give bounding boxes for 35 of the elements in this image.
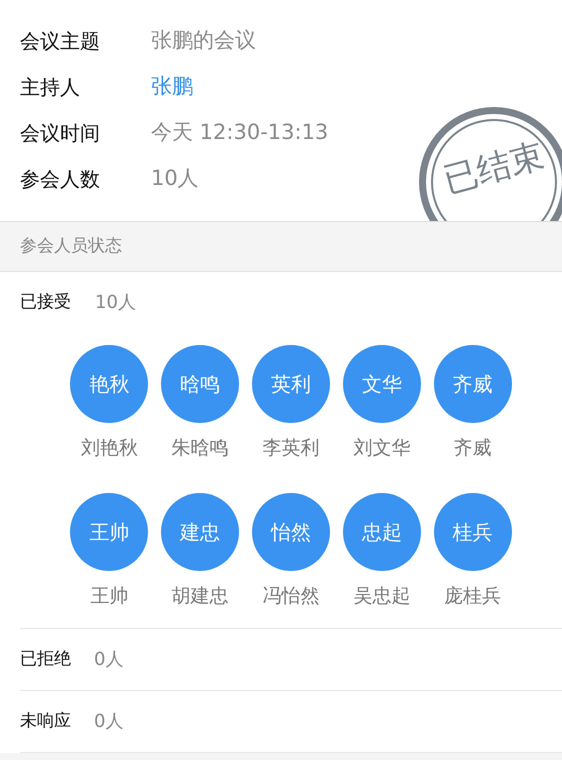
field-value: 张鹏的会议	[151, 27, 256, 54]
attendee-name: 齐威	[454, 436, 492, 461]
field-label: 参会人数	[20, 166, 101, 193]
status-label: 已接受	[20, 290, 72, 314]
attendee-name: 吴忠起	[353, 584, 410, 609]
field-label: 主持人	[20, 74, 81, 101]
field-value: 今天 12:30-13:13	[151, 119, 328, 146]
avatar[interactable]: 艳秋	[70, 345, 148, 423]
status-label: 已拒绝	[20, 648, 72, 671]
attendee-name: 庞桂兵	[444, 584, 502, 609]
section-header: 参会人员状态	[0, 222, 562, 272]
attendee-name: 冯怡然	[262, 584, 320, 609]
attendee-name: 刘文华	[353, 436, 410, 461]
avatar[interactable]: 忠起	[342, 493, 421, 571]
field-label: 会议时间	[20, 120, 101, 147]
field-value: 10人	[151, 165, 199, 192]
avatar[interactable]: 王帅	[70, 493, 148, 571]
avatar[interactable]: 英利	[252, 345, 330, 423]
host-link[interactable]: 张鹏	[151, 71, 193, 103]
status-count: 0人	[94, 648, 124, 672]
attendee-name: 朱晗鸣	[172, 436, 229, 461]
avatar[interactable]: 建忠	[161, 493, 240, 571]
status-count: 10人	[95, 291, 136, 315]
avatar[interactable]: 文华	[342, 345, 421, 423]
avatar[interactable]: 晗鸣	[161, 345, 240, 423]
status-count: 0人	[94, 710, 124, 734]
attendee-name: 李英利	[262, 436, 320, 461]
attendee-name: 王帅	[90, 584, 128, 609]
attendee-name: 胡建忠	[172, 584, 229, 609]
attendee-name: 刘艳秋	[80, 436, 138, 461]
status-label: 未响应	[20, 710, 72, 733]
avatar[interactable]: 怡然	[252, 493, 330, 571]
avatar[interactable]: 齐威	[434, 345, 512, 423]
field-label: 会议主题	[20, 28, 101, 55]
avatar[interactable]: 桂兵	[434, 493, 512, 571]
